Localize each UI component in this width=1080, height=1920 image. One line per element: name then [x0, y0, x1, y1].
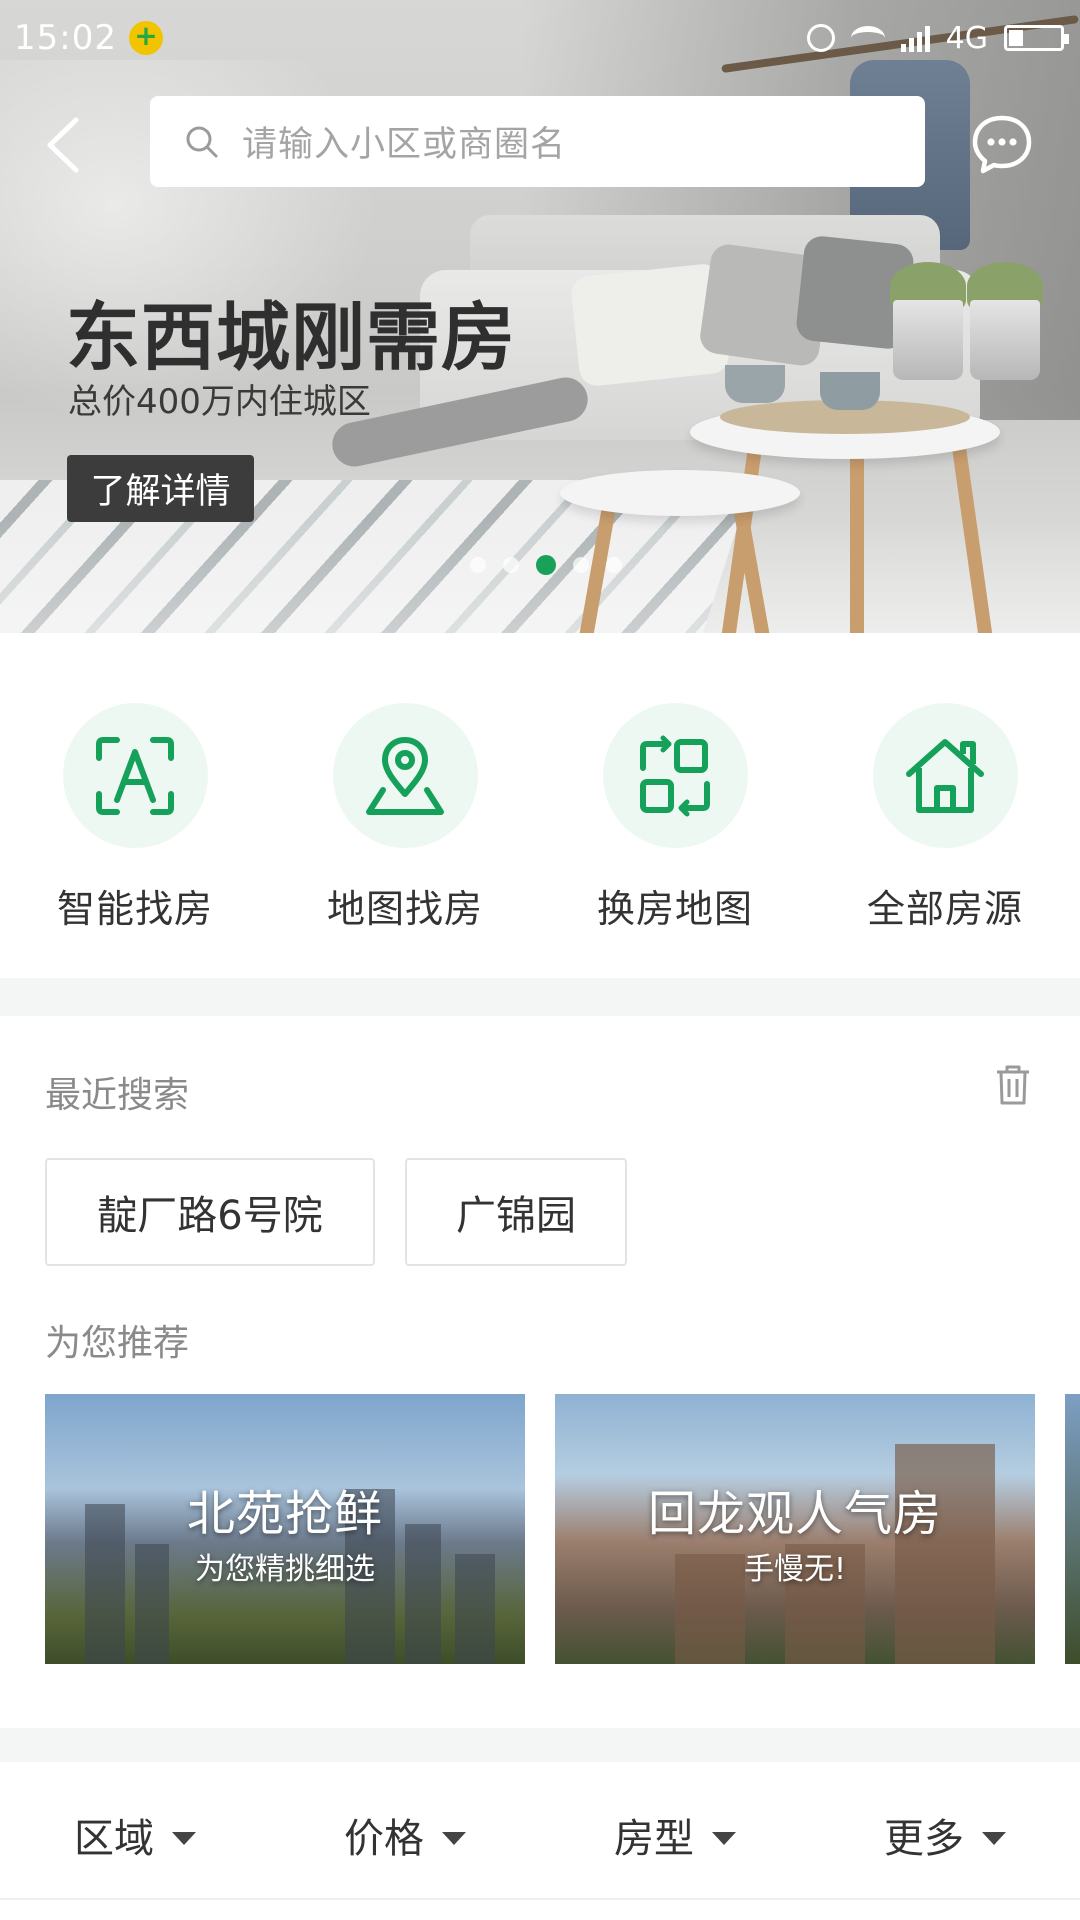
banner-subtitle: 总价400万内住城区: [68, 382, 371, 422]
caret-down-icon: [442, 1831, 466, 1845]
banner-image-pot: [893, 300, 963, 380]
section-divider: [0, 978, 1080, 1016]
recommend-title: 为您推荐: [45, 1323, 190, 1364]
banner-image-table: [560, 470, 800, 516]
chat-bubble-icon: [972, 115, 1032, 174]
status-bar: 15:02 4G: [0, 0, 1080, 76]
caret-down-icon: [712, 1831, 736, 1845]
banner-image-cup: [820, 372, 880, 410]
wifi-icon: [850, 26, 885, 50]
search-placeholder: 请输入小区或商圈名: [242, 125, 567, 165]
filter-bar: 区域 价格 房型 更多: [0, 1762, 1080, 1900]
card-subtitle: 为您精挑细选: [195, 1552, 375, 1587]
nav-label: 全部房源: [866, 887, 1023, 931]
chevron-left-icon: [47, 117, 79, 173]
back-button[interactable]: [36, 110, 96, 180]
filter-more[interactable]: 更多: [884, 1806, 1006, 1864]
banner[interactable]: 15:02 4G 请输入小: [0, 0, 1080, 633]
quick-nav: 智能找房 地图找房 换房地图 全部房源: [0, 633, 1080, 978]
recent-search-chip[interactable]: 靛厂路6号院: [45, 1158, 375, 1266]
status-right: 4G: [806, 20, 1069, 56]
nav-all-listings[interactable]: 全部房源: [835, 703, 1055, 933]
nav-icon-bg: [62, 703, 208, 848]
recent-search-title: 最近搜索: [45, 1075, 190, 1116]
nav-swap-map[interactable]: 换房地图: [565, 703, 785, 933]
house-icon: [906, 738, 984, 813]
search-icon: [186, 126, 218, 157]
alarm-icon: [806, 24, 835, 52]
smart-search-icon: [96, 736, 174, 815]
security-badge-icon: [128, 19, 163, 55]
clear-history-button[interactable]: [993, 1063, 1033, 1107]
nav-icon-bg: [602, 703, 748, 848]
status-left: 15:02: [14, 18, 163, 58]
section-divider: [0, 1728, 1080, 1762]
nav-smart-search[interactable]: 智能找房: [25, 703, 245, 933]
filter-label: 更多: [884, 1816, 964, 1862]
search-input[interactable]: 请输入小区或商圈名: [150, 96, 925, 187]
message-button[interactable]: [970, 112, 1034, 176]
signal-icon: [900, 24, 930, 52]
nav-label: 换房地图: [596, 887, 753, 931]
banner-details-button[interactable]: 了解详情: [67, 455, 254, 522]
nav-label: 地图找房: [326, 887, 483, 931]
banner-image-pot: [970, 300, 1040, 380]
map-pin-icon: [366, 736, 444, 815]
filter-area[interactable]: 区域: [74, 1806, 196, 1864]
filter-label: 价格: [344, 1816, 424, 1862]
filter-layout[interactable]: 房型: [614, 1806, 736, 1864]
app-screen: 15:02 4G 请输入小: [0, 0, 1080, 1920]
carousel-dot[interactable]: [470, 557, 486, 573]
carousel-dot[interactable]: [573, 557, 589, 573]
network-type: 4G: [945, 20, 988, 56]
status-time: 15:02: [14, 18, 117, 58]
filter-label: 区域: [74, 1816, 154, 1862]
table-leg: [850, 448, 864, 633]
filter-price[interactable]: 价格: [344, 1806, 466, 1864]
trash-icon: [997, 1065, 1029, 1105]
caret-down-icon: [172, 1831, 196, 1845]
banner-title: 东西城刚需房: [66, 295, 516, 381]
carousel-indicator: [470, 555, 622, 575]
nav-map-search[interactable]: 地图找房: [295, 703, 515, 933]
recommend-card[interactable]: 北苑抢鲜 为您精挑细选: [45, 1394, 525, 1664]
carousel-dot-active[interactable]: [536, 555, 556, 575]
card-title: 回龙观人气房: [647, 1486, 942, 1542]
recommend-card[interactable]: 回龙观人气房 手慢无!: [555, 1394, 1035, 1664]
card-title: 北苑抢鲜: [186, 1486, 383, 1542]
filter-label: 房型: [614, 1816, 694, 1862]
banner-image-floor: [0, 520, 1080, 633]
carousel-dot[interactable]: [606, 557, 622, 573]
nav-icon-bg: [872, 703, 1018, 848]
card-subtitle: 手慢无!: [743, 1552, 847, 1587]
recent-search-chip[interactable]: 广锦园: [405, 1158, 627, 1266]
banner-image-cup: [725, 365, 785, 403]
swap-grid-icon: [640, 735, 710, 816]
battery-icon: [1004, 25, 1069, 51]
nav-icon-bg: [332, 703, 478, 848]
recommend-card-partial[interactable]: [1065, 1394, 1080, 1664]
nav-label: 智能找房: [56, 887, 213, 931]
carousel-dot[interactable]: [503, 557, 519, 573]
caret-down-icon: [982, 1831, 1006, 1845]
